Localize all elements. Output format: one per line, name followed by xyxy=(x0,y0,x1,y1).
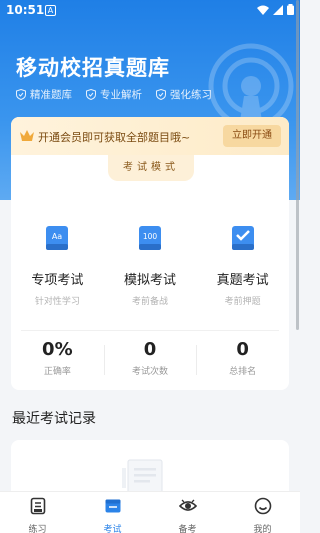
promo-text: 开通会员即可获取全部题目哦~ xyxy=(38,131,191,144)
crown-icon xyxy=(20,130,34,141)
tab-mine[interactable]: 我的 xyxy=(225,492,300,533)
signal-icon xyxy=(273,4,283,15)
stat-exam-count: 0 考试次数 xyxy=(103,339,197,377)
mode-desc: 考前押题 xyxy=(224,297,261,307)
stat-label: 考试次数 xyxy=(132,367,169,377)
page-title: 移动校招真题库 xyxy=(16,56,170,80)
tab-practice[interactable]: 练习 xyxy=(0,492,75,533)
notebook-icon xyxy=(30,497,45,515)
tab-prepare[interactable]: 备考 xyxy=(150,492,225,533)
stat-accuracy: 0% 正确率 xyxy=(11,339,104,377)
status-bar: 10:51 A xyxy=(0,0,300,22)
tab-label: 我的 xyxy=(253,525,272,533)
eye-icon xyxy=(178,499,197,511)
exam-folder-icon xyxy=(105,499,120,513)
scrollbar[interactable] xyxy=(296,0,299,330)
stat-label: 正确率 xyxy=(43,367,71,377)
shield-check-icon xyxy=(86,89,96,100)
exam-card: 开通会员即可获取全部题目哦~ 立即开通 考试模式 Aa 专项考试 针对性学习 1… xyxy=(11,117,289,390)
real-exam-item[interactable]: 真题考试 考前押题 xyxy=(203,224,283,307)
feature-item: 强化练习 xyxy=(156,87,212,102)
stats-row: 0% 正确率 0 考试次数 0 总排名 xyxy=(11,339,289,377)
stat-label: 总排名 xyxy=(229,367,257,377)
mode-name: 真题考试 xyxy=(216,273,269,288)
empty-document-icon xyxy=(122,459,163,494)
wifi-icon xyxy=(257,5,269,15)
recent-records-title: 最近考试记录 xyxy=(12,411,96,427)
feature-item: 专业解析 xyxy=(86,87,142,102)
tab-exam[interactable]: 考试 xyxy=(75,492,150,533)
tab-label: 备考 xyxy=(178,525,197,533)
notification-icon: A xyxy=(45,5,56,16)
tab-label: 练习 xyxy=(28,525,47,533)
vip-promo-banner[interactable]: 开通会员即可获取全部题目哦~ 立即开通 xyxy=(11,117,289,155)
special-exam-item[interactable]: Aa 专项考试 针对性学习 xyxy=(17,224,97,307)
mode-name: 专项考试 xyxy=(31,273,84,288)
mock-exam-item[interactable]: 100 模拟考试 考前备战 xyxy=(110,224,190,307)
recent-records-panel xyxy=(11,440,289,494)
book-aa-icon: Aa xyxy=(46,226,69,250)
mode-desc: 针对性学习 xyxy=(34,297,80,307)
bottom-tab-bar: 练习 考试 备考 我的 xyxy=(0,491,300,533)
feature-label: 强化练习 xyxy=(170,89,212,101)
exam-mode-title: 考试模式 xyxy=(108,155,194,181)
feature-list: 精准题库 专业解析 强化练习 xyxy=(16,87,212,102)
feature-label: 专业解析 xyxy=(100,89,142,101)
battery-icon xyxy=(287,4,294,15)
mode-name: 模拟考试 xyxy=(123,273,176,288)
shield-check-icon xyxy=(156,89,166,100)
divider xyxy=(21,330,279,331)
score-100-icon: 100 xyxy=(138,226,161,250)
activate-vip-button[interactable]: 立即开通 xyxy=(223,125,281,147)
exam-mode-list: Aa 专项考试 针对性学习 100 模拟考试 考前备战 真题考试 考前押题 xyxy=(11,224,289,307)
mode-icon-text: 100 xyxy=(143,232,158,241)
tab-label: 考试 xyxy=(103,525,122,533)
feature-label: 精准题库 xyxy=(30,89,72,101)
stat-value: 0 xyxy=(143,339,157,360)
stat-ranking: 0 总排名 xyxy=(196,339,289,377)
status-icons xyxy=(257,4,294,15)
mode-desc: 考前备战 xyxy=(131,297,168,307)
mode-icon-text: Aa xyxy=(52,232,62,241)
status-time: 10:51 xyxy=(6,3,45,17)
feature-item: 精准题库 xyxy=(16,87,72,102)
stat-value: 0 xyxy=(236,339,249,360)
checkbox-pen-icon xyxy=(231,226,254,250)
stat-value: 0% xyxy=(42,339,73,360)
smile-face-icon xyxy=(254,497,271,515)
shield-check-icon xyxy=(16,89,26,100)
